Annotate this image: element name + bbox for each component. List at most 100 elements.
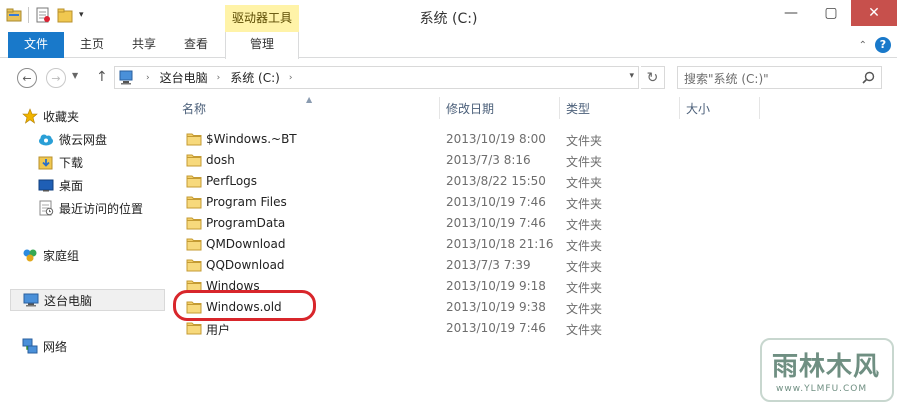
expand-ribbon-chevron-icon[interactable]: ⌃ bbox=[859, 40, 867, 51]
file-row[interactable]: $Windows.~BT 2013/10/19 8:00 文件夹 bbox=[182, 129, 822, 150]
column-divider[interactable] bbox=[679, 97, 680, 119]
sidebar-item-label: 下载 bbox=[59, 155, 84, 170]
forward-button[interactable]: → bbox=[46, 68, 66, 88]
column-divider[interactable] bbox=[559, 97, 560, 119]
qat-customize-chevron-icon[interactable]: ▾ bbox=[79, 10, 84, 20]
column-header-size[interactable]: 大小 bbox=[686, 97, 710, 121]
file-type: 文件夹 bbox=[566, 197, 603, 211]
close-icon: ✕ bbox=[868, 5, 880, 21]
maximize-icon: ▢ bbox=[824, 5, 838, 21]
file-name: $Windows.~BT bbox=[206, 132, 297, 146]
file-row[interactable]: PerfLogs 2013/8/22 15:50 文件夹 bbox=[182, 171, 822, 192]
file-date: 2013/8/22 15:50 bbox=[446, 174, 546, 188]
file-date: 2013/10/19 9:18 bbox=[446, 279, 546, 293]
file-row[interactable]: 用户 2013/10/19 7:46 文件夹 bbox=[182, 318, 822, 339]
column-header-type[interactable]: 类型 bbox=[566, 97, 590, 121]
context-tab-group-label: 驱动器工具 bbox=[225, 5, 299, 32]
file-date: 2013/7/3 7:39 bbox=[446, 258, 531, 272]
folder-icon bbox=[186, 216, 202, 230]
sidebar-item-downloads[interactable]: 下载 bbox=[38, 151, 166, 173]
file-row[interactable]: QQDownload 2013/7/3 7:39 文件夹 bbox=[182, 255, 822, 276]
navigation-pane: 收藏夹 微云网盘 下载 桌面 最近访问的位置 家庭组 这台电脑 网络 bbox=[0, 95, 168, 404]
folder-icon bbox=[186, 321, 202, 335]
quick-access-toolbar: ▾ bbox=[6, 7, 84, 23]
watermark-text: 雨林木风 bbox=[772, 352, 881, 382]
arrow-left-icon: ← bbox=[22, 71, 32, 85]
file-date: 2013/7/3 8:16 bbox=[446, 153, 531, 167]
file-type: 文件夹 bbox=[566, 302, 603, 316]
homegroup-icon bbox=[22, 247, 38, 263]
tab-file[interactable]: 文件 bbox=[8, 32, 64, 58]
navigation-bar: ← → ▼ ↑ › 这台电脑 › 系统 (C:) › ▾ ↻ 搜索"系统 (C:… bbox=[0, 59, 897, 95]
ribbon-tab-bar: 文件 主页 共享 查看 管理 ⌃ ? bbox=[0, 32, 897, 59]
breadcrumb-chevron-icon[interactable]: › bbox=[217, 73, 221, 83]
breadcrumb-drive-c[interactable]: 系统 (C:) bbox=[230, 69, 280, 86]
new-folder-icon[interactable] bbox=[57, 7, 73, 23]
sidebar-item-this-pc[interactable]: 这台电脑 bbox=[10, 289, 165, 311]
file-type: 文件夹 bbox=[566, 323, 603, 337]
sidebar-item-homegroup[interactable]: 家庭组 bbox=[22, 244, 166, 266]
highlight-annotation bbox=[173, 290, 316, 321]
desktop-icon bbox=[38, 177, 54, 193]
download-folder-icon bbox=[38, 154, 54, 170]
folder-icon bbox=[186, 237, 202, 251]
breadcrumb-chevron-icon[interactable]: › bbox=[146, 73, 150, 83]
refresh-icon: ↻ bbox=[646, 69, 659, 86]
tab-view[interactable]: 查看 bbox=[174, 32, 218, 58]
sidebar-item-label: 微云网盘 bbox=[59, 132, 108, 147]
watermark-url: www.YLMFU.COM bbox=[776, 384, 868, 394]
folder-icon bbox=[186, 132, 202, 146]
tab-share[interactable]: 共享 bbox=[122, 32, 166, 58]
file-type: 文件夹 bbox=[566, 260, 603, 274]
file-name: ProgramData bbox=[206, 216, 286, 230]
network-icon bbox=[22, 338, 38, 354]
tab-home[interactable]: 主页 bbox=[70, 32, 114, 58]
file-type: 文件夹 bbox=[566, 281, 603, 295]
recent-locations-chevron-icon[interactable]: ▼ bbox=[72, 71, 78, 80]
explorer-app-icon[interactable] bbox=[6, 8, 22, 22]
search-input[interactable]: 搜索"系统 (C:)" bbox=[684, 70, 769, 87]
folder-icon bbox=[186, 195, 202, 209]
sidebar-item-weiyun[interactable]: 微云网盘 bbox=[38, 128, 166, 150]
column-header-date[interactable]: 修改日期 bbox=[446, 97, 494, 121]
folder-icon bbox=[186, 153, 202, 167]
sidebar-item-label: 家庭组 bbox=[43, 248, 80, 263]
file-row[interactable]: ProgramData 2013/10/19 7:46 文件夹 bbox=[182, 213, 822, 234]
file-name: Program Files bbox=[206, 195, 287, 209]
breadcrumb-this-pc[interactable]: 这台电脑 bbox=[160, 69, 208, 86]
file-date: 2013/10/19 7:46 bbox=[446, 216, 546, 230]
ribbon-right-controls: ⌃ ? bbox=[859, 37, 891, 53]
sidebar-item-favorites[interactable]: 收藏夹 bbox=[22, 105, 166, 127]
help-icon[interactable]: ? bbox=[875, 37, 891, 53]
column-divider[interactable] bbox=[759, 97, 760, 119]
properties-icon[interactable] bbox=[35, 7, 51, 23]
file-date: 2013/10/18 21:16 bbox=[446, 237, 554, 251]
column-header-name[interactable]: 名称 bbox=[182, 97, 206, 121]
file-row[interactable]: QMDownload 2013/10/18 21:16 文件夹 bbox=[182, 234, 822, 255]
refresh-button[interactable]: ↻ bbox=[641, 66, 665, 89]
tab-manage[interactable]: 管理 bbox=[225, 32, 299, 59]
cloud-drive-icon bbox=[38, 131, 54, 147]
back-button[interactable]: ← bbox=[17, 68, 37, 88]
sidebar-item-label: 网络 bbox=[43, 339, 68, 354]
file-date: 2013/10/19 7:46 bbox=[446, 321, 546, 335]
address-history-chevron-icon[interactable]: ▾ bbox=[629, 71, 634, 81]
address-bar[interactable]: › 这台电脑 › 系统 (C:) › ▾ bbox=[114, 66, 639, 89]
sidebar-item-recent-places[interactable]: 最近访问的位置 bbox=[38, 197, 166, 219]
file-date: 2013/10/19 8:00 bbox=[446, 132, 546, 146]
file-name: PerfLogs bbox=[206, 174, 258, 188]
sidebar-item-network[interactable]: 网络 bbox=[22, 335, 166, 357]
breadcrumb: › 这台电脑 › 系统 (C:) › bbox=[137, 67, 302, 88]
search-box[interactable]: 搜索"系统 (C:)" bbox=[677, 66, 882, 89]
file-row[interactable]: dosh 2013/7/3 8:16 文件夹 bbox=[182, 150, 822, 171]
file-row[interactable]: Program Files 2013/10/19 7:46 文件夹 bbox=[182, 192, 822, 213]
sidebar-item-desktop[interactable]: 桌面 bbox=[38, 174, 166, 196]
column-divider[interactable] bbox=[439, 97, 440, 119]
this-pc-icon bbox=[119, 70, 133, 85]
minimize-button[interactable]: — bbox=[771, 0, 811, 26]
maximize-button[interactable]: ▢ bbox=[811, 0, 851, 26]
up-arrow-icon[interactable]: ↑ bbox=[96, 69, 108, 85]
breadcrumb-chevron-icon[interactable]: › bbox=[289, 73, 293, 83]
star-icon bbox=[22, 108, 38, 124]
close-button[interactable]: ✕ bbox=[851, 0, 897, 26]
